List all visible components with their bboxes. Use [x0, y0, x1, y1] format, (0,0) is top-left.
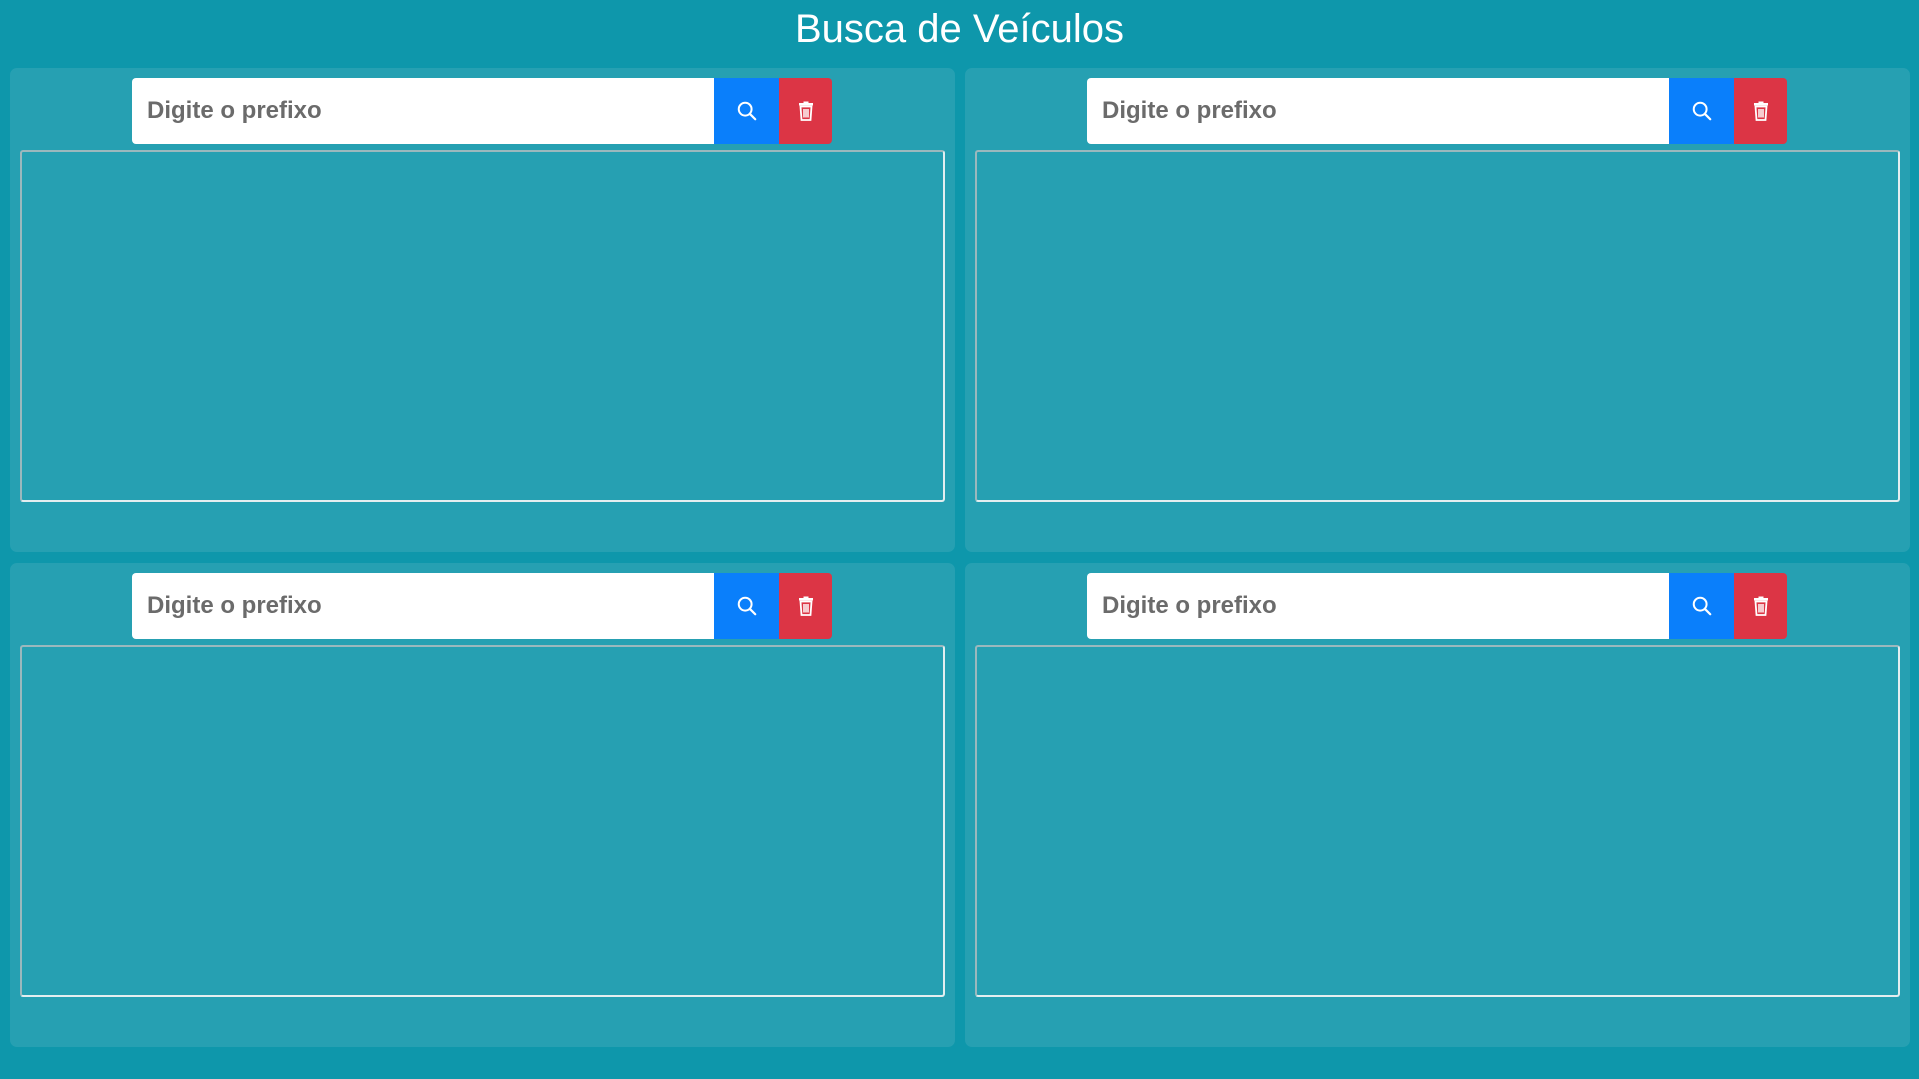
trash-icon: [798, 101, 813, 121]
search-bar: [132, 78, 832, 144]
prefix-search-input[interactable]: [132, 78, 714, 144]
search-icon: [1692, 101, 1711, 121]
vehicle-search-panel-3: [10, 563, 955, 1047]
clear-button[interactable]: [779, 573, 832, 639]
clear-button[interactable]: [1734, 573, 1787, 639]
results-area: [20, 645, 945, 997]
search-icon: [1692, 596, 1711, 616]
search-button[interactable]: [1669, 78, 1734, 144]
trash-icon: [1753, 596, 1768, 616]
vehicle-search-panel-1: [10, 68, 955, 552]
search-button[interactable]: [714, 78, 779, 144]
trash-icon: [1753, 101, 1768, 121]
vehicle-search-panel-4: [965, 563, 1910, 1047]
search-bar: [1087, 573, 1787, 639]
results-area: [975, 645, 1900, 997]
prefix-search-input[interactable]: [132, 573, 714, 639]
results-area: [20, 150, 945, 502]
search-icon: [737, 101, 756, 121]
clear-button[interactable]: [779, 78, 832, 144]
results-area: [975, 150, 1900, 502]
search-icon: [737, 596, 756, 616]
search-button[interactable]: [1669, 573, 1734, 639]
page-title: Busca de Veículos: [794, 7, 1125, 51]
search-bar: [132, 573, 832, 639]
prefix-search-input[interactable]: [1087, 573, 1669, 639]
trash-icon: [798, 596, 813, 616]
search-button[interactable]: [714, 573, 779, 639]
prefix-search-input[interactable]: [1087, 78, 1669, 144]
vehicle-search-panel-2: [965, 68, 1910, 552]
search-bar: [1087, 78, 1787, 144]
clear-button[interactable]: [1734, 78, 1787, 144]
